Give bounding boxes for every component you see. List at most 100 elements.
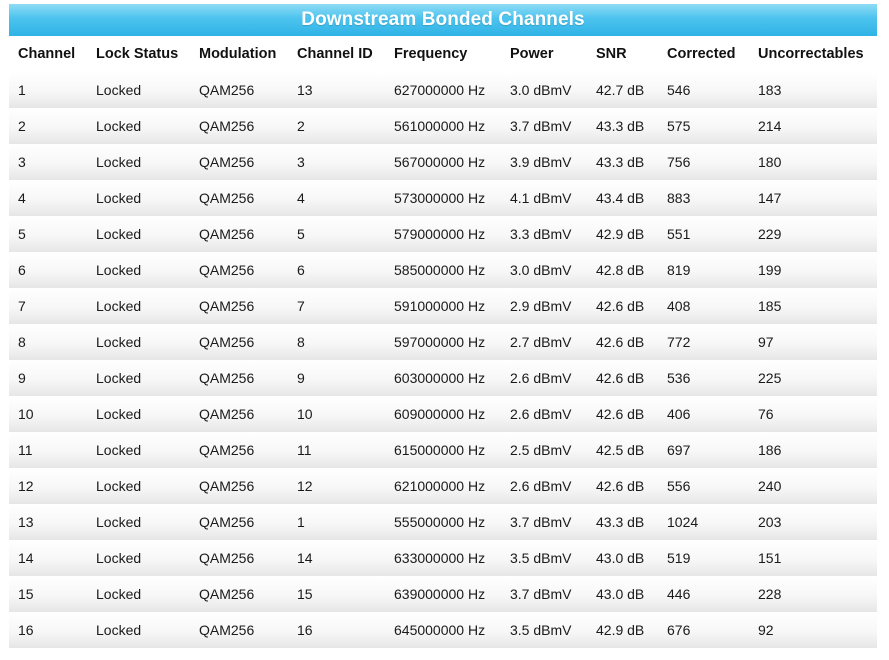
cell-frequency: 621000000 Hz xyxy=(385,468,501,504)
cell-frequency: 639000000 Hz xyxy=(385,576,501,612)
table-row: 15 Locked QAM256 15 639000000 Hz 3.7 dBmV 43.0… xyxy=(9,576,877,612)
cell-lock-status: Locked xyxy=(87,468,190,504)
table-row: 11 Locked QAM256 11 615000000 Hz 2.5 dBmV 42.5… xyxy=(9,432,877,468)
cell-frequency: 579000000 Hz xyxy=(385,216,501,252)
cell-channel-id: 13 xyxy=(288,72,385,108)
cell-lock-status: Locked xyxy=(87,576,190,612)
table-row: 9 Locked QAM256 9 603000000 Hz 2.6 dBmV 42.6 d… xyxy=(9,360,877,396)
cell-corrected: 697 xyxy=(658,432,749,468)
cell-channel-id: 2 xyxy=(288,108,385,144)
cell-channel: 9 xyxy=(9,360,87,396)
cell-uncorrectables: 214 xyxy=(749,108,877,144)
cell-power: 3.0 dBmV xyxy=(501,252,587,288)
cell-channel: 4 xyxy=(9,180,87,216)
cell-power: 3.0 dBmV xyxy=(501,72,587,108)
col-header-power: Power xyxy=(501,36,587,72)
cell-modulation: QAM256 xyxy=(190,360,288,396)
cell-power: 3.5 dBmV xyxy=(501,540,587,576)
cell-power: 2.9 dBmV xyxy=(501,288,587,324)
table-header-row: Channel Lock Status Modulation Channel I… xyxy=(9,36,877,72)
col-header-frequency: Frequency xyxy=(385,36,501,72)
table-row: 6 Locked QAM256 6 585000000 Hz 3.0 dBmV 42.8 d… xyxy=(9,252,877,288)
cell-frequency: 609000000 Hz xyxy=(385,396,501,432)
cell-channel-id: 6 xyxy=(288,252,385,288)
col-header-channel-id: Channel ID xyxy=(288,36,385,72)
cell-power: 2.5 dBmV xyxy=(501,432,587,468)
cell-lock-status: Locked xyxy=(87,324,190,360)
table-row: 7 Locked QAM256 7 591000000 Hz 2.9 dBmV 42.6 d… xyxy=(9,288,877,324)
col-header-modulation: Modulation xyxy=(190,36,288,72)
cell-snr: 42.6 dB xyxy=(587,396,658,432)
cell-lock-status: Locked xyxy=(87,360,190,396)
cell-frequency: 633000000 Hz xyxy=(385,540,501,576)
cell-frequency: 591000000 Hz xyxy=(385,288,501,324)
cell-channel: 11 xyxy=(9,432,87,468)
cell-modulation: QAM256 xyxy=(190,576,288,612)
cell-modulation: QAM256 xyxy=(190,396,288,432)
cell-channel-id: 14 xyxy=(288,540,385,576)
table-row: 5 Locked QAM256 5 579000000 Hz 3.3 dBmV 42.9 d… xyxy=(9,216,877,252)
cell-uncorrectables: 92 xyxy=(749,612,877,648)
cell-snr: 42.8 dB xyxy=(587,252,658,288)
cell-corrected: 536 xyxy=(658,360,749,396)
cell-corrected: 406 xyxy=(658,396,749,432)
cell-lock-status: Locked xyxy=(87,252,190,288)
cell-power: 3.5 dBmV xyxy=(501,612,587,648)
cell-frequency: 555000000 Hz xyxy=(385,504,501,540)
cell-lock-status: Locked xyxy=(87,396,190,432)
downstream-table: Channel Lock Status Modulation Channel I… xyxy=(9,36,877,648)
cell-power: 3.7 dBmV xyxy=(501,108,587,144)
table-row: 2 Locked QAM256 2 561000000 Hz 3.7 dBmV 43.3 d… xyxy=(9,108,877,144)
cell-corrected: 519 xyxy=(658,540,749,576)
cell-snr: 43.4 dB xyxy=(587,180,658,216)
cell-snr: 43.3 dB xyxy=(587,144,658,180)
cell-modulation: QAM256 xyxy=(190,468,288,504)
cell-power: 2.7 dBmV xyxy=(501,324,587,360)
cell-frequency: 573000000 Hz xyxy=(385,180,501,216)
cell-uncorrectables: 76 xyxy=(749,396,877,432)
cell-snr: 43.3 dB xyxy=(587,108,658,144)
col-header-channel: Channel xyxy=(9,36,87,72)
cell-frequency: 585000000 Hz xyxy=(385,252,501,288)
cell-frequency: 603000000 Hz xyxy=(385,360,501,396)
cell-uncorrectables: 225 xyxy=(749,360,877,396)
cell-channel-id: 16 xyxy=(288,612,385,648)
cell-power: 3.9 dBmV xyxy=(501,144,587,180)
cell-channel: 14 xyxy=(9,540,87,576)
cell-snr: 43.3 dB xyxy=(587,504,658,540)
cell-power: 3.3 dBmV xyxy=(501,216,587,252)
cell-uncorrectables: 199 xyxy=(749,252,877,288)
cell-corrected: 883 xyxy=(658,180,749,216)
cell-frequency: 561000000 Hz xyxy=(385,108,501,144)
cell-power: 2.6 dBmV xyxy=(501,468,587,504)
cell-channel: 16 xyxy=(9,612,87,648)
cell-channel-id: 1 xyxy=(288,504,385,540)
cell-corrected: 446 xyxy=(658,576,749,612)
table-row: 14 Locked QAM256 14 633000000 Hz 3.5 dBmV 43.0… xyxy=(9,540,877,576)
cell-lock-status: Locked xyxy=(87,72,190,108)
cell-modulation: QAM256 xyxy=(190,324,288,360)
cell-corrected: 556 xyxy=(658,468,749,504)
cell-channel-id: 11 xyxy=(288,432,385,468)
cell-snr: 43.0 dB xyxy=(587,576,658,612)
cell-channel: 7 xyxy=(9,288,87,324)
cell-channel-id: 12 xyxy=(288,468,385,504)
cell-modulation: QAM256 xyxy=(190,288,288,324)
cell-channel: 3 xyxy=(9,144,87,180)
cell-channel-id: 10 xyxy=(288,396,385,432)
cell-uncorrectables: 186 xyxy=(749,432,877,468)
cell-modulation: QAM256 xyxy=(190,504,288,540)
cell-uncorrectables: 97 xyxy=(749,324,877,360)
cell-uncorrectables: 240 xyxy=(749,468,877,504)
cell-modulation: QAM256 xyxy=(190,612,288,648)
cell-snr: 42.7 dB xyxy=(587,72,658,108)
cell-channel-id: 3 xyxy=(288,144,385,180)
cell-frequency: 567000000 Hz xyxy=(385,144,501,180)
cell-snr: 43.0 dB xyxy=(587,540,658,576)
cell-snr: 42.6 dB xyxy=(587,360,658,396)
cell-power: 3.7 dBmV xyxy=(501,576,587,612)
cell-power: 4.1 dBmV xyxy=(501,180,587,216)
cell-channel-id: 4 xyxy=(288,180,385,216)
cell-power: 3.7 dBmV xyxy=(501,504,587,540)
cell-lock-status: Locked xyxy=(87,288,190,324)
